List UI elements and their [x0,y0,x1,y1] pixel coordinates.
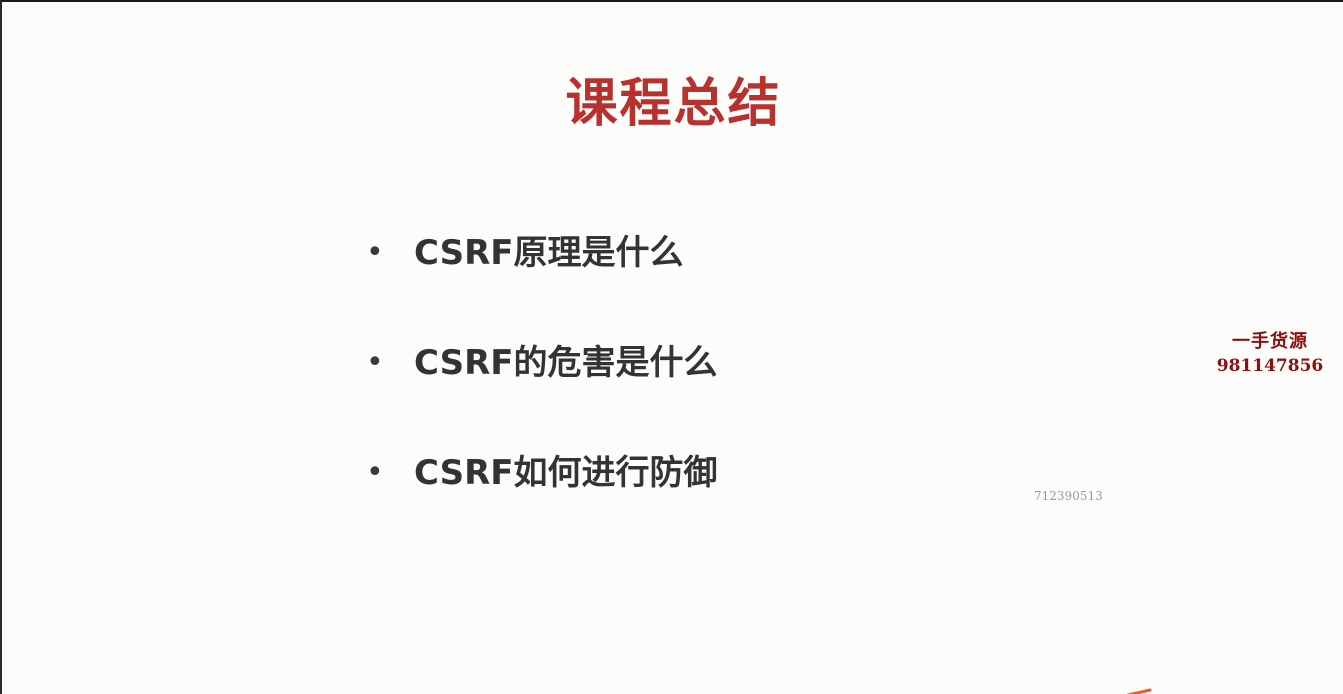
watermark-text: 一手货源 [1232,331,1308,352]
bullet-item: • CSRF如何进行防御 [366,444,717,554]
bullet-marker: • [366,345,384,380]
bullet-marker: • [366,455,384,490]
slide-viewport: 课程总结 • CSRF原理是什么 • CSRF的危害是什么 • CSRF如何进行… [0,0,1343,694]
bullet-list: • CSRF原理是什么 • CSRF的危害是什么 • CSRF如何进行防御 [366,224,717,554]
annotation-stroke-icon [1126,688,1152,694]
watermark: 一手货源 981147856 [1215,330,1325,378]
watermark-number: 981147856 [1216,356,1324,376]
bullet-item: • CSRF原理是什么 [366,224,717,334]
slide-title: 课程总结 [565,74,782,134]
bullet-text-csrf-harm: CSRF的危害是什么 [414,343,718,383]
bullet-text-csrf-defense: CSRF如何进行防御 [414,453,718,493]
bullet-text-csrf-principle: CSRF原理是什么 [414,233,684,273]
bullet-item: • CSRF的危害是什么 [366,334,717,444]
overlay-id-text: 712390513 [1034,489,1103,503]
bullet-marker: • [366,235,384,270]
